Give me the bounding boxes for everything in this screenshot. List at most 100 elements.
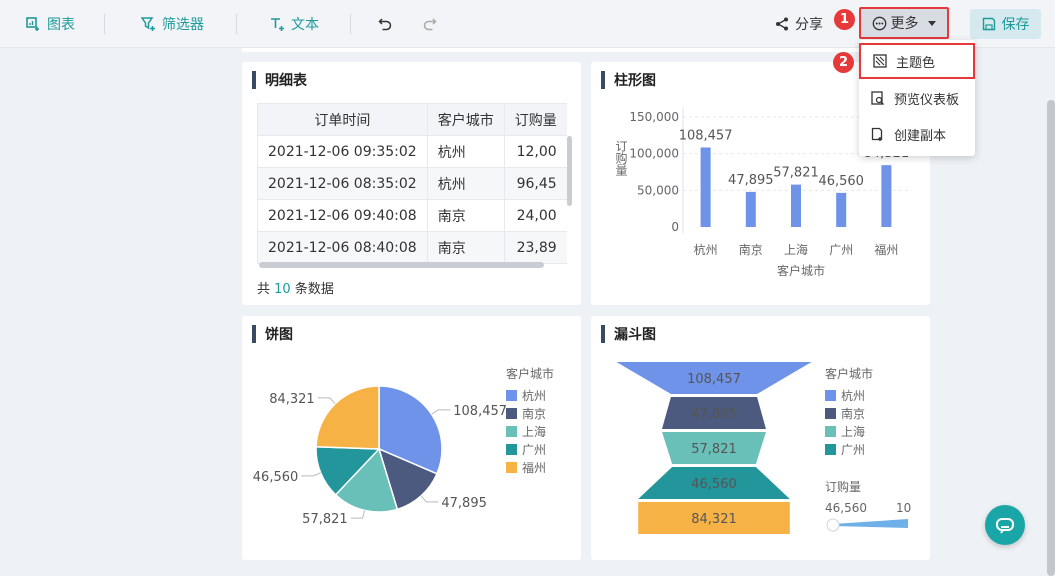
chart-add-icon bbox=[26, 16, 39, 31]
legend-label: 广州 bbox=[841, 443, 865, 457]
table-row: 2021-12-06 09:35:02 杭州 12,00 bbox=[257, 135, 567, 168]
toolbar-divider bbox=[104, 14, 105, 34]
menu-item-theme-color[interactable]: 主题色 bbox=[859, 43, 975, 79]
chat-icon bbox=[996, 518, 1014, 534]
pie-chart: 108,457 47,895 57,821 46,560 84,321 客户城市杭州南京上… bbox=[253, 366, 554, 527]
column-header[interactable]: 客户城市 bbox=[426, 103, 505, 136]
table-cell: 2021-12-06 09:40:08 bbox=[257, 199, 428, 232]
pie-leader-line bbox=[431, 409, 451, 415]
add-chart-button[interactable]: 图表 bbox=[26, 0, 75, 48]
legend-label: 南京 bbox=[841, 406, 865, 421]
table-cell: 12,00 bbox=[503, 135, 567, 168]
table-vertical-scrollbar[interactable] bbox=[567, 136, 572, 206]
save-icon bbox=[982, 17, 995, 31]
table-cell: 2021-12-06 09:35:02 bbox=[257, 135, 428, 168]
more-label: 更多 bbox=[890, 16, 919, 32]
bar bbox=[881, 165, 892, 227]
pie-data-label: 108,457 bbox=[453, 404, 507, 419]
pie-leader-line bbox=[317, 397, 336, 405]
menu-item-label: 创建副本 bbox=[894, 128, 947, 144]
table-cell: 南京 bbox=[426, 199, 505, 232]
legend-swatch bbox=[506, 408, 517, 419]
more-button[interactable]: 更多 bbox=[859, 7, 949, 39]
x-tick-label: 南京 bbox=[739, 242, 763, 257]
funnel-chart-card[interactable]: 漏斗图 108,457 47,895 57,821 46,560 84,321 客户城市杭… bbox=[591, 316, 930, 560]
column-header[interactable]: 订购量 bbox=[503, 103, 567, 136]
table-row: 2021-12-06 09:40:08 南京 24,00 bbox=[257, 199, 567, 232]
legend-swatch bbox=[825, 390, 836, 401]
share-icon bbox=[776, 17, 788, 31]
size-legend-title: 订购量 bbox=[825, 479, 861, 494]
bar bbox=[836, 192, 847, 227]
table-cell: 2021-12-06 08:35:02 bbox=[257, 167, 428, 200]
x-tick-label: 杭州 bbox=[694, 242, 718, 257]
bar-data-label: 47,895 bbox=[728, 173, 774, 188]
legend-label: 杭州 bbox=[841, 388, 865, 403]
share-button[interactable]: 分享 bbox=[775, 0, 823, 48]
legend-title: 客户城市 bbox=[825, 366, 873, 381]
table-cell: 96,45 bbox=[503, 167, 567, 200]
filter-add-icon bbox=[141, 16, 155, 31]
funnel-data-label: 47,895 bbox=[691, 407, 737, 422]
undo-icon bbox=[378, 17, 392, 30]
add-text-label: 文本 bbox=[291, 17, 319, 33]
bar-data-label: 57,821 bbox=[773, 166, 819, 181]
menu-item-label: 主题色 bbox=[896, 55, 936, 71]
funnel-data-label: 84,321 bbox=[691, 512, 737, 527]
table-cell: 23,89 bbox=[503, 231, 567, 264]
table-cell: 杭州 bbox=[426, 167, 505, 200]
pie-data-label: 84,321 bbox=[269, 392, 315, 407]
theme-color-icon bbox=[873, 54, 887, 68]
funnel-chart: 108,457 47,895 57,821 46,560 84,321 客户城市杭州南京上… bbox=[616, 362, 911, 534]
toolbar-divider bbox=[350, 14, 351, 34]
preview-icon bbox=[871, 91, 884, 105]
pie-leader-line bbox=[420, 495, 439, 503]
row-count-prefix: 共 bbox=[257, 282, 271, 297]
detail-table-card[interactable]: 明细表 订单时间 客户城市 订购量 2021-12-06 09:35:02 杭州… bbox=[242, 62, 581, 305]
legend-swatch bbox=[506, 390, 517, 401]
table-cell: 2021-12-06 08:40:08 bbox=[257, 231, 428, 264]
chat-support-button[interactable] bbox=[985, 505, 1025, 545]
bar bbox=[745, 191, 756, 227]
table-horizontal-scrollbar[interactable] bbox=[259, 262, 544, 268]
bar bbox=[791, 184, 801, 227]
save-label: 保存 bbox=[1001, 17, 1030, 33]
pie-leader-line bbox=[301, 472, 321, 477]
y-tick-label: 100,000 bbox=[629, 147, 679, 161]
redo-icon bbox=[423, 17, 437, 30]
share-label: 分享 bbox=[795, 17, 823, 33]
pie-data-label: 57,821 bbox=[302, 512, 348, 527]
redo-button[interactable] bbox=[422, 0, 443, 48]
legend-label: 广州 bbox=[522, 443, 546, 457]
pie-data-label: 46,560 bbox=[253, 470, 298, 485]
add-chart-label: 图表 bbox=[47, 17, 75, 33]
legend-label: 南京 bbox=[522, 406, 546, 421]
y-axis-title: 订购量 bbox=[614, 140, 628, 176]
legend-label: 杭州 bbox=[522, 388, 546, 403]
table-row-count: 共 10 条数据 bbox=[257, 278, 334, 297]
add-text-button[interactable]: 文本 bbox=[270, 0, 319, 48]
legend-label: 上海 bbox=[841, 424, 865, 439]
add-filter-button[interactable]: 筛选器 bbox=[141, 0, 204, 48]
x-axis-title: 客户城市 bbox=[777, 263, 825, 278]
legend-swatch bbox=[825, 426, 836, 437]
table-row: 2021-12-06 08:35:02 杭州 96,45 bbox=[257, 167, 567, 200]
table-cell: 24,00 bbox=[503, 199, 567, 232]
size-legend-handle bbox=[826, 518, 840, 532]
column-header[interactable]: 订单时间 bbox=[257, 103, 428, 136]
bar-data-label: 108,457 bbox=[679, 128, 733, 143]
page-scrollbar[interactable] bbox=[1047, 100, 1055, 576]
caret-down-icon bbox=[927, 21, 936, 26]
legend-label: 上海 bbox=[522, 424, 546, 439]
table-cell: 杭州 bbox=[426, 135, 505, 168]
menu-item-copy[interactable]: 创建副本 bbox=[859, 116, 975, 152]
add-filter-label: 筛选器 bbox=[162, 17, 204, 33]
funnel-data-label: 46,560 bbox=[691, 477, 737, 492]
menu-item-preview[interactable]: 预览仪表板 bbox=[859, 80, 975, 116]
undo-button[interactable] bbox=[378, 0, 399, 48]
pie-chart-card[interactable]: 饼图 108,457 47,895 57,821 46,560 84,321 客户城市 杭州… bbox=[242, 316, 581, 560]
bar-data-label: 46,560 bbox=[818, 174, 864, 189]
legend-swatch bbox=[825, 408, 836, 419]
save-button[interactable]: 保存 bbox=[970, 9, 1041, 39]
copy-icon bbox=[871, 127, 883, 141]
